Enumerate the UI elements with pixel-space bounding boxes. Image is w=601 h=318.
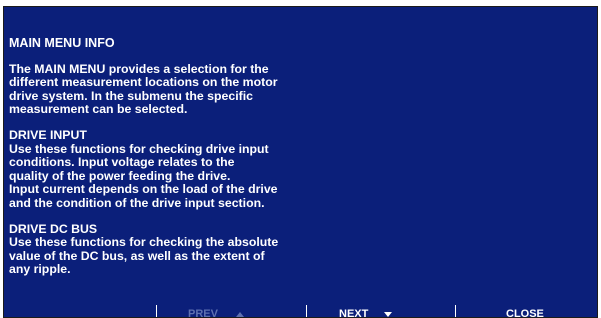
close-button[interactable]: CLOSE [506, 308, 544, 318]
prev-label: PREV [188, 308, 218, 318]
softkey-bar: PREV NEXT CLOSE [4, 303, 597, 318]
section-line: conditions. Input voltage relates to the [9, 155, 235, 170]
info-screen: MAIN MENU INFO The MAIN MENU provides a … [3, 6, 598, 318]
prev-button[interactable]: PREV [188, 308, 244, 318]
softkey-divider [156, 305, 157, 317]
intro-line: The MAIN MENU provides a selection for t… [9, 61, 269, 76]
section-line: Use these functions for checking the abs… [9, 235, 279, 250]
device-frame: MAIN MENU INFO The MAIN MENU provides a … [0, 0, 601, 318]
section-title: DRIVE DC BUS [9, 221, 98, 236]
section-line: Use these functions for checking drive i… [9, 141, 269, 156]
next-label: NEXT [339, 308, 369, 318]
section-line: Input current depends on the load of the… [9, 182, 278, 197]
intro-line: measurement can be selected. [9, 102, 188, 117]
section-line: value of the DC bus, as well as the exte… [9, 248, 265, 263]
intro-line: drive system. In the submenu the specifi… [9, 88, 253, 103]
section-line: and the condition of the drive input sec… [9, 195, 265, 210]
softkey-divider [455, 305, 456, 317]
section-title: DRIVE INPUT [9, 127, 87, 142]
section-line: any ripple. [9, 262, 71, 277]
softkey-divider [306, 305, 307, 317]
chevron-up-icon [235, 311, 244, 317]
info-title: MAIN MENU INFO [9, 36, 115, 50]
section-drive-input: DRIVE INPUT Use these functions for chec… [9, 127, 449, 211]
intro-paragraph: The MAIN MENU provides a selection for t… [9, 61, 449, 117]
next-button[interactable]: NEXT [339, 308, 393, 318]
info-content: MAIN MENU INFO The MAIN MENU provides a … [9, 36, 449, 289]
section-drive-dc-bus: DRIVE DC BUS Use these functions for che… [9, 221, 449, 277]
section-line: quality of the power feeding the drive. [9, 168, 231, 183]
intro-line: different measurement locations on the m… [9, 75, 278, 90]
chevron-down-icon [384, 311, 393, 317]
close-label: CLOSE [506, 308, 544, 318]
